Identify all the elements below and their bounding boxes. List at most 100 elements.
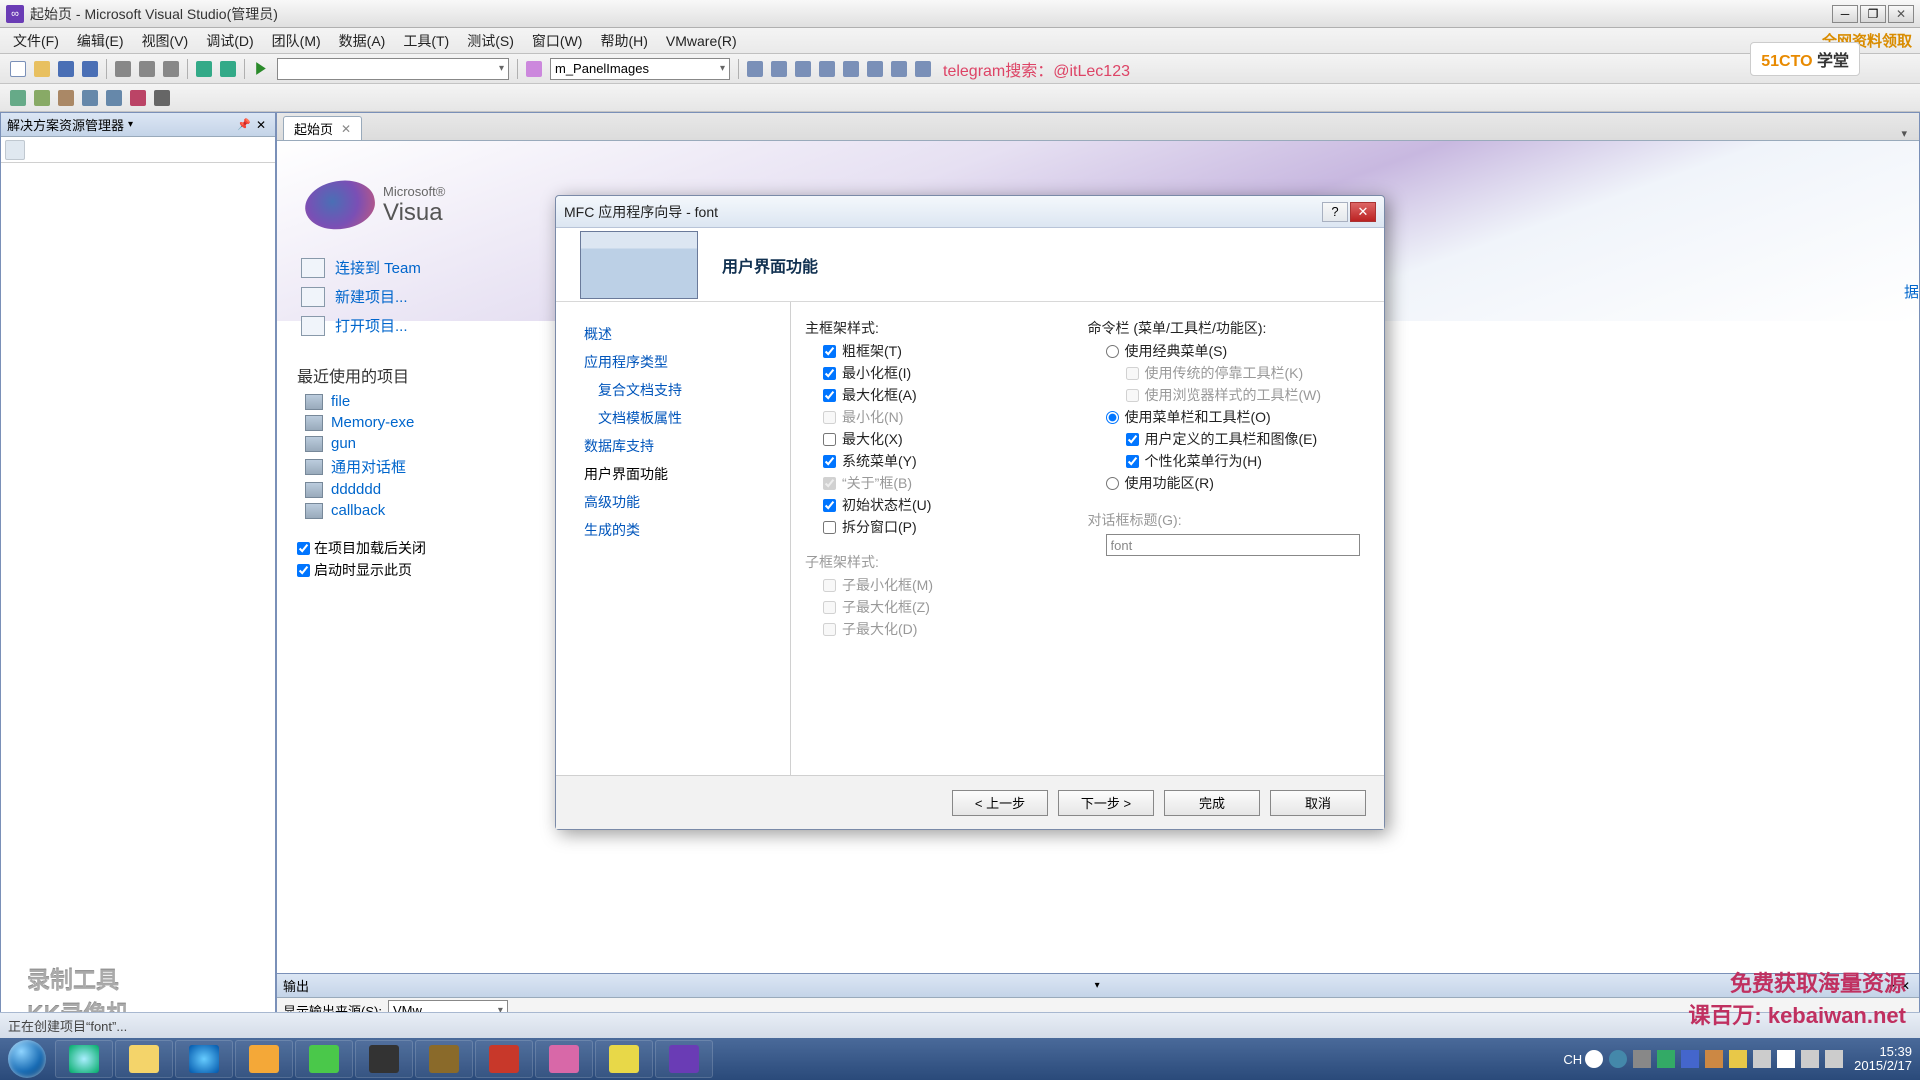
tray-icon[interactable] <box>1657 1050 1675 1068</box>
tab-close-icon[interactable]: ✕ <box>341 122 351 136</box>
output-menu-icon[interactable]: ▾ <box>1091 980 1104 991</box>
menu-window[interactable]: 窗口(W) <box>523 29 592 53</box>
menu-vmware[interactable]: VMware(R) <box>657 31 746 51</box>
taskbar-item[interactable] <box>235 1040 293 1078</box>
minimize-button[interactable]: ─ <box>1832 5 1858 23</box>
tray-battery-icon[interactable] <box>1825 1050 1843 1068</box>
dialog-help-button[interactable]: ? <box>1322 202 1348 222</box>
config-combo[interactable]: ▾ <box>277 58 509 80</box>
debug-icon-7[interactable] <box>151 87 173 109</box>
save-icon[interactable] <box>55 58 77 80</box>
radio-classic-menu[interactable]: 使用经典菜单(S) <box>1088 340 1361 362</box>
start-button[interactable] <box>0 1038 54 1080</box>
chk-split[interactable]: 拆分窗口(P) <box>805 516 1078 538</box>
nav-apptype[interactable]: 应用程序类型 <box>584 348 790 376</box>
chk-statusbar[interactable]: 初始状态栏(U) <box>805 494 1078 516</box>
tool-misc-3[interactable] <box>792 58 814 80</box>
chk-user-toolbar[interactable]: 用户定义的工具栏和图像(E) <box>1108 428 1361 450</box>
find-icon[interactable] <box>523 58 545 80</box>
recent-item[interactable]: Memory-exe <box>305 412 414 433</box>
open-icon[interactable] <box>31 58 53 80</box>
tray-volume-icon[interactable] <box>1753 1050 1771 1068</box>
chk-minbox[interactable]: 最小化框(I) <box>805 362 1078 384</box>
tool-misc-1[interactable] <box>744 58 766 80</box>
tray-lang[interactable]: CH <box>1563 1052 1582 1067</box>
chk-maxbox[interactable]: 最大化框(A) <box>805 384 1078 406</box>
chk-thickframe[interactable]: 粗框架(T) <box>805 340 1078 362</box>
tray-help-icon[interactable] <box>1609 1050 1627 1068</box>
debug-reg-icon[interactable] <box>31 87 53 109</box>
tabstrip-menu-icon[interactable]: ▾ <box>1895 127 1913 140</box>
tool-misc-6[interactable] <box>864 58 886 80</box>
panel-menu-icon[interactable]: ▾ <box>124 119 137 130</box>
tool-misc-4[interactable] <box>816 58 838 80</box>
finish-button[interactable]: 完成 <box>1164 790 1260 816</box>
nav-db[interactable]: 数据库支持 <box>584 432 790 460</box>
tray-icon[interactable] <box>1705 1050 1723 1068</box>
maximize-button[interactable]: ❐ <box>1860 5 1886 23</box>
link-connect-team[interactable]: 连接到 Team <box>301 253 421 282</box>
tray-icon[interactable] <box>1681 1050 1699 1068</box>
menu-edit[interactable]: 编辑(E) <box>68 29 133 53</box>
back-button[interactable]: < 上一步 <box>952 790 1048 816</box>
nav-compound[interactable]: 复合文档支持 <box>584 376 790 404</box>
menu-view[interactable]: 视图(V) <box>133 29 198 53</box>
taskbar-item[interactable] <box>115 1040 173 1078</box>
nav-doctmpl[interactable]: 文档模板属性 <box>584 404 790 432</box>
chk-personal-menu[interactable]: 个性化菜单行为(H) <box>1108 450 1361 472</box>
pin-icon[interactable]: 📌 <box>235 118 253 131</box>
menu-help[interactable]: 帮助(H) <box>591 29 656 53</box>
chk-close-after-load[interactable]: 在项目加载后关闭 <box>297 537 426 559</box>
tray-flag-icon[interactable] <box>1777 1050 1795 1068</box>
menu-data[interactable]: 数据(A) <box>330 29 395 53</box>
taskbar-item[interactable] <box>175 1040 233 1078</box>
cut-icon[interactable] <box>112 58 134 80</box>
radio-ribbon[interactable]: 使用功能区(R) <box>1088 472 1361 494</box>
undo-icon[interactable] <box>193 58 215 80</box>
dialog-title-input[interactable] <box>1106 534 1360 556</box>
panel-close-icon[interactable]: ✕ <box>253 118 269 132</box>
copy-icon[interactable] <box>136 58 158 80</box>
paste-icon[interactable] <box>160 58 182 80</box>
debug-stack-icon[interactable] <box>55 87 77 109</box>
solution-home-icon[interactable] <box>5 140 25 160</box>
debug-step-icon[interactable] <box>7 87 29 109</box>
side-column-link[interactable]: 据 <box>1904 281 1919 302</box>
tray-icon[interactable] <box>1729 1050 1747 1068</box>
tool-misc-7[interactable] <box>888 58 910 80</box>
chk-maximize[interactable]: 最大化(X) <box>805 428 1078 450</box>
debug-icon-5[interactable] <box>103 87 125 109</box>
tray-icon[interactable] <box>1585 1050 1603 1068</box>
taskbar-item[interactable] <box>595 1040 653 1078</box>
chk-show-on-startup[interactable]: 启动时显示此页 <box>297 559 426 581</box>
next-button[interactable]: 下一步 > <box>1058 790 1154 816</box>
taskbar-item[interactable] <box>535 1040 593 1078</box>
link-new-project[interactable]: 新建项目... <box>301 282 421 311</box>
link-open-project[interactable]: 打开项目... <box>301 311 421 340</box>
nav-overview[interactable]: 概述 <box>584 320 790 348</box>
save-all-icon[interactable] <box>79 58 101 80</box>
debug-icon-4[interactable] <box>79 87 101 109</box>
recent-item[interactable]: gun <box>305 433 414 454</box>
tool-misc-8[interactable] <box>912 58 934 80</box>
debug-icon-6[interactable] <box>127 87 149 109</box>
tray-icon[interactable] <box>1633 1050 1651 1068</box>
nav-advanced[interactable]: 高级功能 <box>584 488 790 516</box>
taskbar-item[interactable] <box>295 1040 353 1078</box>
tab-start-page[interactable]: 起始页✕ <box>283 116 362 140</box>
taskbar-item[interactable] <box>415 1040 473 1078</box>
tool-misc-5[interactable] <box>840 58 862 80</box>
recent-item[interactable]: 通用对话框 <box>305 454 414 479</box>
menu-team[interactable]: 团队(M) <box>263 29 330 53</box>
start-debug-icon[interactable] <box>250 58 272 80</box>
tray-clock[interactable]: 15:39 2015/2/17 <box>1854 1045 1912 1074</box>
find-combo[interactable]: m_PanelImages▾ <box>550 58 730 80</box>
close-button[interactable]: ✕ <box>1888 5 1914 23</box>
menu-debug[interactable]: 调试(D) <box>197 29 262 53</box>
cancel-button[interactable]: 取消 <box>1270 790 1366 816</box>
tool-misc-2[interactable] <box>768 58 790 80</box>
menu-test[interactable]: 测试(S) <box>458 29 523 53</box>
redo-icon[interactable] <box>217 58 239 80</box>
radio-menubar-toolbar[interactable]: 使用菜单栏和工具栏(O) <box>1088 406 1361 428</box>
recent-item[interactable]: dddddd <box>305 479 414 500</box>
